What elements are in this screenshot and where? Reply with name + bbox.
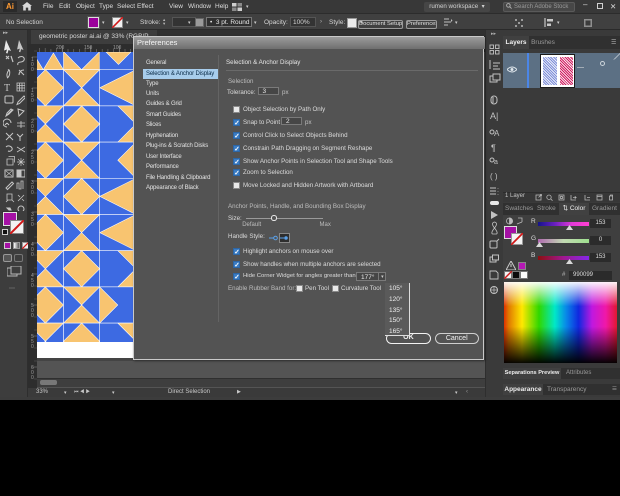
- svg-text:A|: A|: [490, 111, 498, 121]
- svg-text:T: T: [4, 83, 10, 94]
- svg-text:¶: ¶: [491, 143, 496, 153]
- svg-text:A: A: [494, 129, 500, 138]
- svg-text:a: a: [494, 159, 498, 166]
- svg-text:( ): ( ): [490, 172, 498, 181]
